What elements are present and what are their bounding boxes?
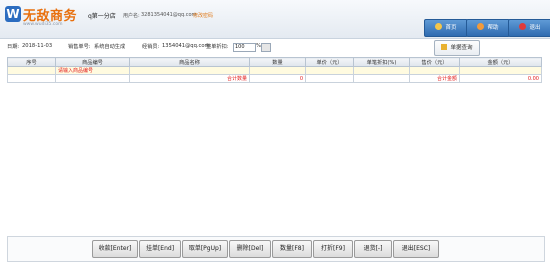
help-button-label: 帮助: [487, 25, 499, 31]
change-password-link[interactable]: 修改密码: [193, 12, 213, 19]
empty-cell: [353, 74, 410, 83]
col-header: 商品编号: [55, 57, 130, 67]
power-icon: [519, 23, 527, 30]
total-quantity-label: 合计数量: [129, 74, 250, 83]
order-value: 系统自动生成: [94, 44, 126, 50]
total-quantity-value: 0: [249, 74, 306, 83]
empty-cell: [55, 74, 130, 83]
delete-button[interactable]: 删除[Del]: [229, 240, 271, 258]
return-button[interactable]: 退货[-]: [354, 240, 392, 258]
logo-icon: W: [5, 6, 21, 22]
quantity-button[interactable]: 数量[F8]: [272, 240, 312, 258]
empty-cell: [305, 74, 354, 83]
document-search-icon: [441, 43, 448, 50]
col-header: 商品名称: [129, 57, 250, 67]
operator-value: 1354041@qq.com: [162, 43, 210, 49]
discount-apply-button[interactable]: [261, 43, 271, 52]
discount-cell: [353, 66, 410, 75]
unit-price-cell: [305, 66, 354, 75]
quantity-cell: [249, 66, 306, 75]
operator-label: 经销员:: [142, 44, 160, 50]
logo-url: www.wudi35.com: [23, 22, 63, 27]
help-icon: [477, 23, 485, 30]
order-query-button[interactable]: 单据查询: [434, 40, 480, 56]
col-header: 数量: [249, 57, 306, 67]
col-header: 售价（元）: [409, 57, 460, 67]
date-value: 2018-11-03: [22, 43, 53, 49]
total-row: 合计数量 0 合计金额 0.00: [7, 74, 542, 83]
col-header: 单价（元）: [305, 57, 354, 67]
discount-label: 整单折扣:: [206, 44, 229, 50]
exit-esc-button[interactable]: 退出[ESC]: [393, 240, 439, 258]
index-cell: [7, 66, 56, 75]
exit-button-label: 退出: [529, 25, 541, 31]
order-label: 销售单号:: [68, 44, 91, 50]
user-email: 3281354041@qq.com: [141, 12, 197, 18]
col-header: 金额（元）: [459, 57, 542, 67]
discount-button[interactable]: 打折[F9]: [313, 240, 353, 258]
sales-table: 序号 商品编号 商品名称 数量 单价（元） 单笔折扣(%) 售价（元） 金额（元…: [7, 57, 542, 83]
empty-cell: [7, 74, 56, 83]
exit-button[interactable]: 退出: [508, 19, 550, 37]
col-header: 单笔折扣(%): [353, 57, 410, 67]
col-header: 序号: [7, 57, 56, 67]
product-name-cell: [129, 66, 250, 75]
store-name: q第一分店: [88, 13, 116, 20]
home-button-label: 首页: [445, 25, 457, 31]
home-button[interactable]: 首页: [424, 19, 468, 37]
sale-price-cell: [409, 66, 460, 75]
hold-order-button[interactable]: 挂单[End]: [139, 240, 181, 258]
help-button[interactable]: 帮助: [466, 19, 510, 37]
app-header: W 无敌商务 www.wudi35.com q第一分店 用户名: 3281354…: [0, 0, 550, 39]
product-code-input[interactable]: 请输入商品编号: [55, 66, 130, 75]
discount-input[interactable]: 100: [233, 43, 256, 52]
total-amount-value: 0.00: [459, 74, 542, 83]
checkout-button[interactable]: 收款[Enter]: [92, 240, 138, 258]
table-row: 请输入商品编号: [7, 66, 542, 75]
order-query-label: 单据查询: [450, 45, 473, 51]
user-label: 用户名:: [123, 13, 140, 19]
total-amount-label: 合计金额: [409, 74, 460, 83]
amount-cell: [459, 66, 542, 75]
retrieve-order-button[interactable]: 取单[PgUp]: [182, 240, 228, 258]
home-icon: [435, 23, 443, 30]
table-header-row: 序号 商品编号 商品名称 数量 单价（元） 单笔折扣(%) 售价（元） 金额（元…: [7, 57, 542, 67]
date-label: 日期:: [7, 44, 20, 50]
